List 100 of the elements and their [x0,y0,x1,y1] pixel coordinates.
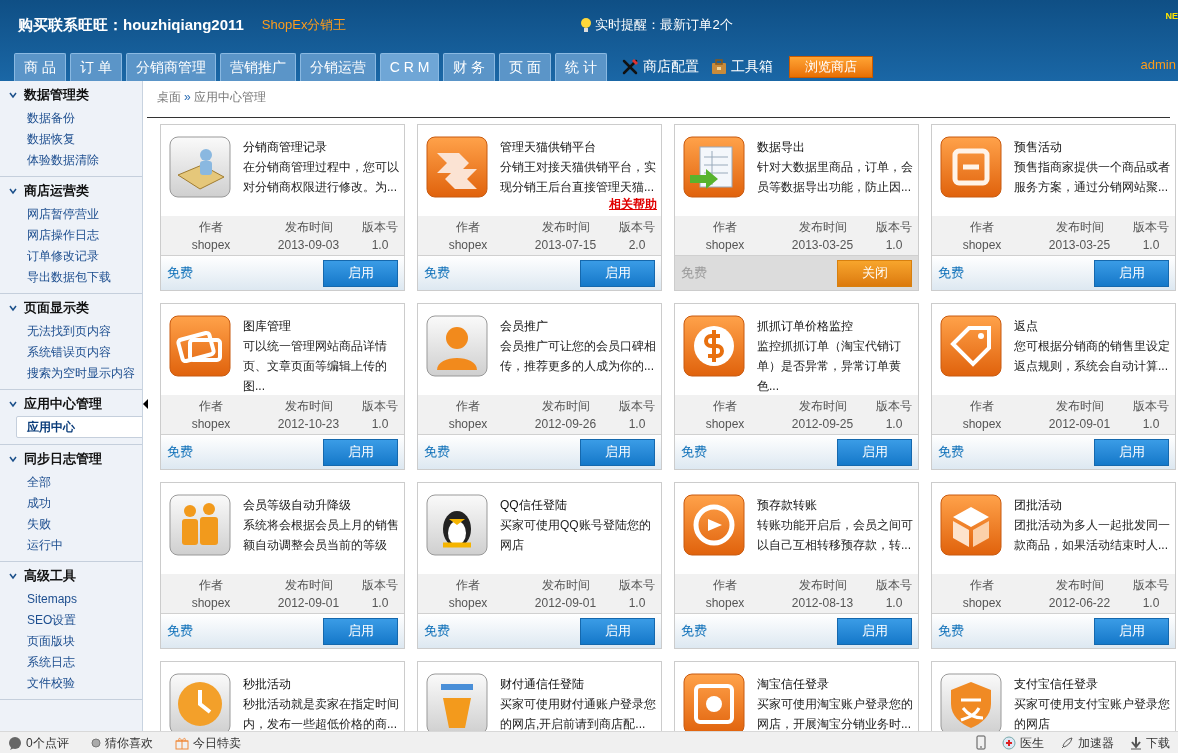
sidebar-item[interactable]: 数据备份 [27,107,142,128]
help-link[interactable]: 相关帮助 [609,197,657,211]
meta-label: 作者 [970,219,994,236]
enable-button[interactable]: 启用 [323,259,398,287]
meta-label: 发布时间 [1055,577,1104,594]
status-link[interactable]: 0个点评 [26,733,69,752]
meta-value: 2013-03-25 [791,237,854,254]
app-description: 在分销商管理过程中，您可以对分销商权限进行修改。为... [243,159,400,196]
sidebar-item[interactable]: 网店操作日志 [27,224,142,245]
meta-label: 发布时间 [798,398,847,415]
sidebar-group-title[interactable]: 同步日志管理 [24,449,102,469]
app-title[interactable]: 秒批活动 [243,675,400,693]
app-title[interactable]: 预售活动 [1014,138,1171,156]
breadcrumb-link[interactable]: 桌面 [157,88,181,106]
sidebar-group-title[interactable]: 应用中心管理 [24,394,102,414]
sidebar-item[interactable]: 系统日志 [27,651,142,672]
enable-button[interactable]: 启用 [837,617,912,645]
enable-button[interactable]: 启用 [1094,438,1169,466]
sidebar-item[interactable]: SEO设置 [27,609,142,630]
toolbar-link[interactable]: 商店配置 [643,56,700,77]
app-title[interactable]: 淘宝信任登录 [757,675,914,693]
phone-icon[interactable] [976,735,986,750]
alert-text: 实时提醒：最新订单2个 [595,16,733,35]
app-title[interactable]: 管理天猫供销平台 [500,138,657,156]
sidebar-item[interactable]: Sitemaps [27,588,142,609]
meta-label: 发布时间 [284,398,333,415]
sidebar-item[interactable]: 系统错误页内容 [27,341,142,362]
chevron-down-icon[interactable] [9,572,17,580]
app-title[interactable]: 支付宝信任登录 [1014,675,1171,693]
sidebar-item[interactable]: 体验数据清除 [27,149,142,170]
status-link[interactable]: 下载 [1146,733,1170,752]
app-title[interactable]: 会员推广 [500,317,657,335]
status-link[interactable]: 加速器 [1078,733,1114,752]
app-description: 监控抓抓订单（淘宝代销订单）是否异常，异常订单黄色... [757,338,902,395]
meta-label: 发布时间 [798,219,847,236]
meta-label: 版本号 [619,577,655,594]
chevron-down-icon[interactable] [9,304,17,312]
sidebar-item[interactable]: 搜索为空时显示内容 [27,362,142,383]
sidebar-group-title[interactable]: 页面显示类 [24,298,89,318]
sidebar-group-title[interactable]: 商店运营类 [24,181,89,201]
meta-label: 作者 [456,398,480,415]
enable-button[interactable]: 启用 [580,617,655,645]
chevron-down-icon[interactable] [9,400,17,408]
enable-button[interactable]: 启用 [580,438,655,466]
enable-button[interactable]: 启用 [1094,259,1169,287]
app-title[interactable]: 团批活动 [1014,496,1171,514]
sidebar-item[interactable]: 导出数据包下载 [27,266,142,287]
app-description: 团批活动为多人一起批发同一款商品，如果活动结束时人... [1014,517,1171,554]
user-icon [425,314,489,378]
chevron-down-icon[interactable] [9,91,17,99]
export-sheet-icon [682,135,746,199]
enable-button[interactable]: 启用 [580,259,655,287]
app-description: 买家可使用支付宝账户登录您的网店 [1014,696,1171,731]
app-description: 买家可使用财付通账户登录您的网店,开启前请到商店配... [500,696,657,731]
toolbar-link[interactable]: 工具箱 [731,56,774,77]
chevron-down-icon[interactable] [9,455,17,463]
sidebar-item[interactable]: 文件校验 [27,672,142,693]
sidebar-item[interactable]: 无法找到页内容 [27,320,142,341]
sidebar-group-title[interactable]: 高级工具 [24,566,76,586]
sidebar-item[interactable]: 页面版块 [27,630,142,651]
sidebar-group-title[interactable]: 数据管理类 [24,85,89,105]
app-title[interactable]: 分销商管理记录 [243,138,400,156]
app-title[interactable]: 会员等级自动升降级 [243,496,400,514]
app-title[interactable]: 图库管理 [243,317,400,335]
app-title[interactable]: QQ信任登陆 [500,496,657,514]
status-link[interactable]: 猜你喜欢 [104,733,153,752]
breadcrumb-link[interactable]: 应用中心管理 [193,88,266,106]
new-label: NE [1165,12,1178,21]
meta-label: 版本号 [619,219,655,236]
meta-label: 作者 [970,577,994,594]
sidebar-item[interactable]: 网店暂停营业 [27,203,142,224]
chevron-down-icon[interactable] [9,187,17,195]
app-title[interactable]: 抓抓订单价格监控 [757,317,914,335]
app-title[interactable]: 返点 [1014,317,1171,335]
app-title[interactable]: 数据导出 [757,138,914,156]
sidebar-item[interactable]: 数据恢复 [27,128,142,149]
meta-label: 版本号 [619,398,655,415]
meta-value: 1.0 [371,595,389,612]
sidebar-item[interactable]: 失败 [27,513,142,534]
enable-button[interactable]: 启用 [323,438,398,466]
enable-button[interactable]: 启用 [1094,617,1169,645]
sidebar-item[interactable]: 运行中 [27,534,142,555]
app-title[interactable]: 财付通信任登陆 [500,675,657,693]
sidebar-item[interactable]: 成功 [27,492,142,513]
status-link[interactable]: 医生 [1020,733,1044,752]
meta-label: 版本号 [876,219,912,236]
medical-cross-icon [1002,735,1016,750]
sidebar-item[interactable]: 全部 [27,471,142,492]
app-title[interactable]: 预存款转账 [757,496,914,514]
app-description: 您可根据分销商的销售里设定返点规则，系统会自动计算... [1014,338,1171,375]
sidebar-item[interactable]: 应用中心 [16,416,142,438]
desk-icon [168,135,232,199]
meta-value: 1.0 [371,237,389,254]
meta-value: 2013-07-15 [534,237,597,254]
status-link[interactable]: 今日特卖 [192,733,241,752]
meta-value: 1.0 [628,416,646,433]
enable-button[interactable]: 启用 [837,438,912,466]
dollar-icon [682,314,746,378]
sidebar-item[interactable]: 订单修改记录 [27,245,142,266]
enable-button[interactable]: 启用 [323,617,398,645]
